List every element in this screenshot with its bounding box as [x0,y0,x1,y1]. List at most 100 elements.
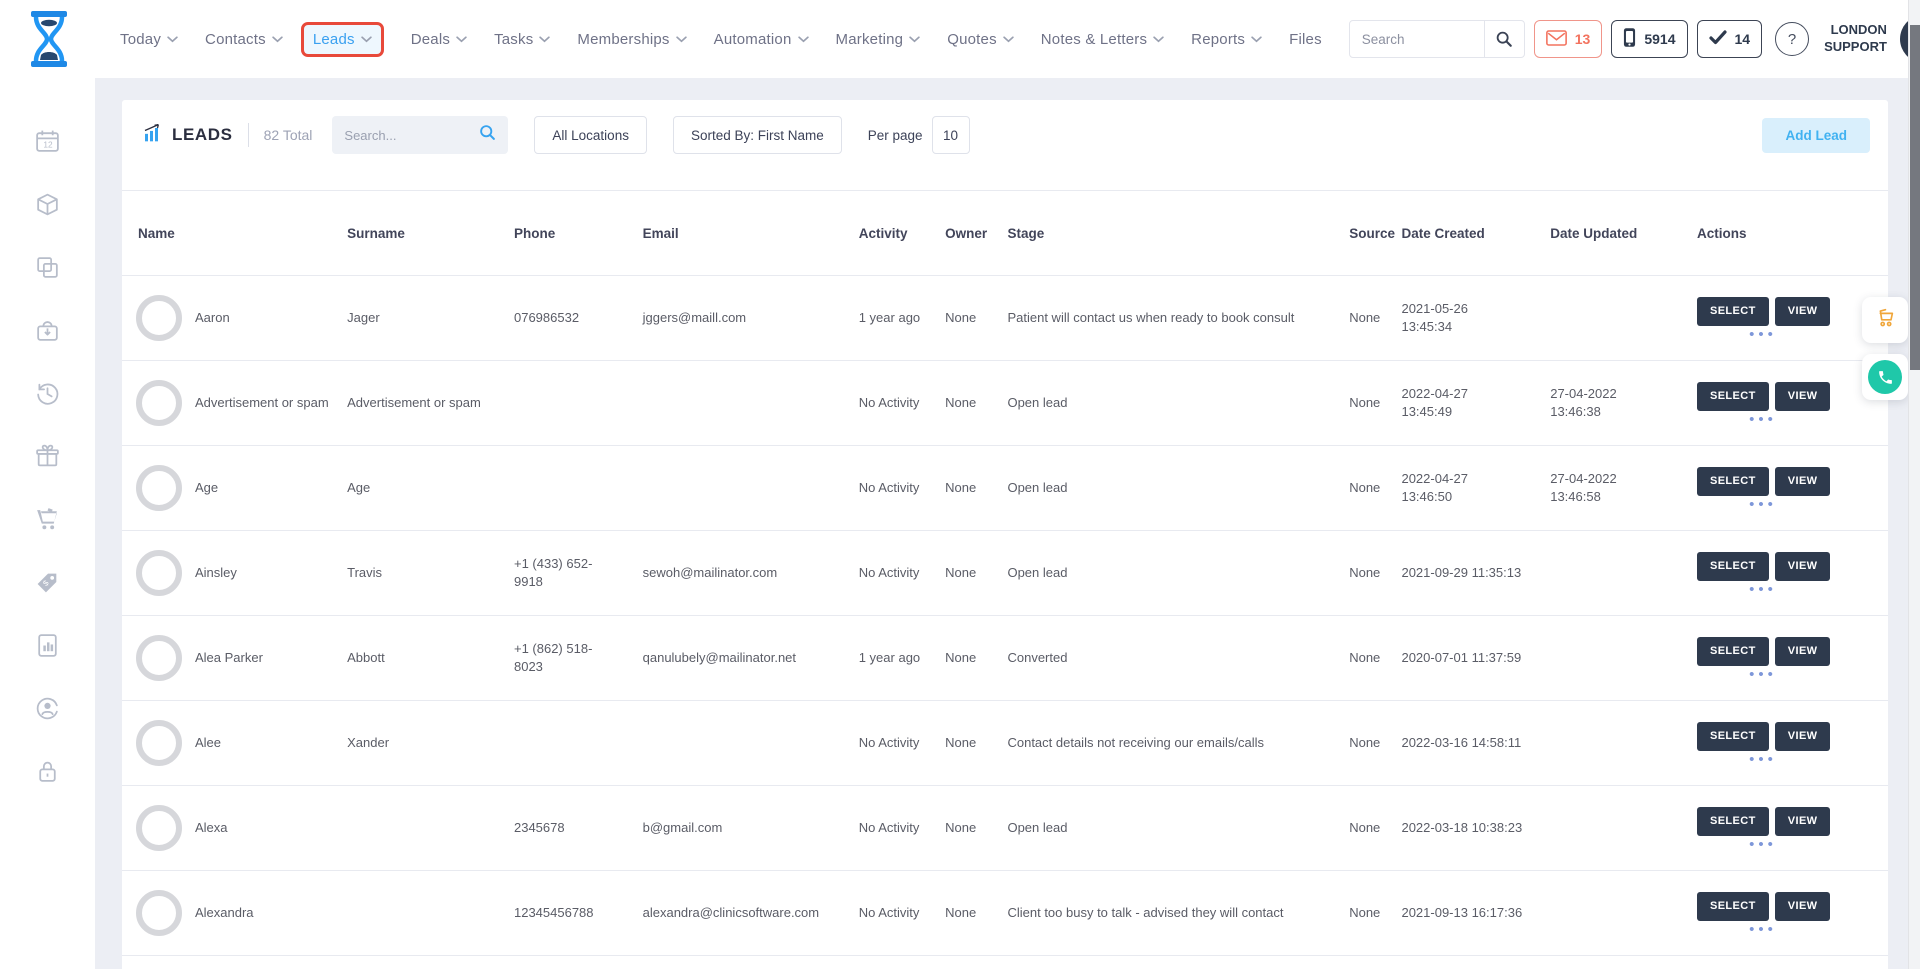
nav-item-deals[interactable]: Deals [411,31,467,48]
cell-source: None [1349,701,1401,786]
help-button[interactable]: ? [1775,22,1809,56]
cell-date-created: 2021-05-26 13:45:34 [1401,276,1550,361]
search-icon[interactable] [1484,21,1524,57]
global-search [1349,20,1525,58]
row-more-button[interactable]: ••• [1697,755,1829,765]
row-more-button[interactable]: ••• [1697,925,1829,935]
select-button[interactable]: SELECT [1697,552,1769,581]
nav-item-leads[interactable]: Leads [301,22,384,57]
nav-item-files[interactable]: Files [1289,31,1322,48]
row-more-button[interactable]: ••• [1697,585,1829,595]
floating-call-button[interactable] [1862,354,1908,400]
cell-date-created: 2022-03-18 10:38:23 [1401,786,1550,871]
row-more-button[interactable]: ••• [1697,670,1829,680]
cell-source: None [1349,871,1401,956]
view-button[interactable]: VIEW [1775,637,1831,666]
scrollbar-track [1908,0,1920,969]
nav-item-notes-letters[interactable]: Notes & Letters [1041,31,1164,48]
global-search-input[interactable] [1350,32,1484,47]
gift-icon[interactable] [34,443,61,470]
sort-filter[interactable]: Sorted By: First Name [673,116,842,154]
chevron-down-icon [676,36,687,43]
nav-item-marketing[interactable]: Marketing [836,31,921,48]
view-button[interactable]: VIEW [1775,467,1831,496]
cell-name: Advertisement or spam [122,361,347,446]
scrollbar-thumb[interactable] [1910,25,1920,370]
nav-item-reports[interactable]: Reports [1191,31,1262,48]
cell-phone: +1 (433) 652- 9918 [514,531,643,616]
question-icon: ? [1788,31,1796,48]
per-page-input[interactable] [933,117,969,153]
cell-activity: No Activity [859,786,945,871]
nav-item-memberships[interactable]: Memberships [577,31,686,48]
cell-stage: Contact details not receiving our emails… [1007,701,1349,786]
cell-phone [514,361,643,446]
cell-surname: Travis [347,531,514,616]
table-row: Alexandra12345456788alexandra@clinicsoft… [122,871,1888,956]
per-page-field [932,116,970,154]
nav-item-automation[interactable]: Automation [714,31,809,48]
cell-owner: None [945,616,1007,701]
copy-icon[interactable] [34,254,61,281]
price-tag-icon[interactable]: $ [34,569,61,596]
cell-actions: SELECTVIEW ••• [1697,446,1888,531]
cell-date-updated: 27-04-2022 13:46:58 [1550,446,1697,531]
package-icon[interactable] [34,191,61,218]
cell-email [643,701,859,786]
bag-icon[interactable] [34,317,61,344]
view-button[interactable]: VIEW [1775,297,1831,326]
account-icon[interactable] [34,695,61,722]
report-icon[interactable] [34,632,61,659]
chevron-down-icon [272,36,283,43]
select-button[interactable]: SELECT [1697,467,1769,496]
history-icon[interactable] [34,380,61,407]
row-more-button[interactable]: ••• [1697,840,1829,850]
chevron-down-icon [1003,36,1014,43]
select-button[interactable]: SELECT [1697,637,1769,666]
select-button[interactable]: SELECT [1697,722,1769,751]
select-button[interactable]: SELECT [1697,297,1769,326]
select-button[interactable]: SELECT [1697,382,1769,411]
view-button[interactable]: VIEW [1775,382,1831,411]
add-lead-button[interactable]: Add Lead [1762,118,1870,153]
view-button[interactable]: VIEW [1775,552,1831,581]
messages-badge[interactable]: 13 [1534,20,1603,58]
leads-toolbar: LEADS 82 Total All Locations Sorted By: … [122,100,1888,170]
calendar-icon[interactable]: 12 [34,128,61,155]
chevron-down-icon [1153,36,1164,43]
cell-date-created: 2020-07-01 11:37:59 [1401,616,1550,701]
nav-item-today[interactable]: Today [120,31,178,48]
calls-badge[interactable]: 5914 [1611,20,1687,58]
select-button[interactable]: SELECT [1697,892,1769,921]
cell-source: None [1349,531,1401,616]
row-more-button[interactable]: ••• [1697,415,1829,425]
leads-search-input[interactable] [344,128,479,143]
view-button[interactable]: VIEW [1775,722,1831,751]
cell-source: None [1349,276,1401,361]
nav-item-label: Contacts [205,31,266,48]
row-more-button[interactable]: ••• [1697,500,1829,510]
view-button[interactable]: VIEW [1775,892,1831,921]
avatar [136,380,182,426]
select-button[interactable]: SELECT [1697,807,1769,836]
row-more-button[interactable]: ••• [1697,330,1829,340]
app-logo-icon[interactable] [24,9,74,69]
tasks-badge[interactable]: 14 [1697,20,1763,58]
lead-name: Alexandra [195,904,254,922]
nav-item-contacts[interactable]: Contacts [205,31,283,48]
nav-item-quotes[interactable]: Quotes [947,31,1014,48]
location-filter[interactable]: All Locations [534,116,647,154]
table-row: Advertisement or spamAdvertisement or sp… [122,361,1888,446]
chevron-down-icon [1251,36,1262,43]
nav-item-tasks[interactable]: Tasks [494,31,550,48]
cell-owner: None [945,361,1007,446]
avatar [136,635,182,681]
floating-cart-button[interactable] [1862,297,1908,343]
view-button[interactable]: VIEW [1775,807,1831,836]
chevron-down-icon [167,36,178,43]
search-icon[interactable] [479,124,496,146]
column-header-source: Source [1349,191,1401,276]
cart-icon[interactable] [34,506,61,533]
lock-icon[interactable] [34,758,61,785]
cell-surname [347,786,514,871]
